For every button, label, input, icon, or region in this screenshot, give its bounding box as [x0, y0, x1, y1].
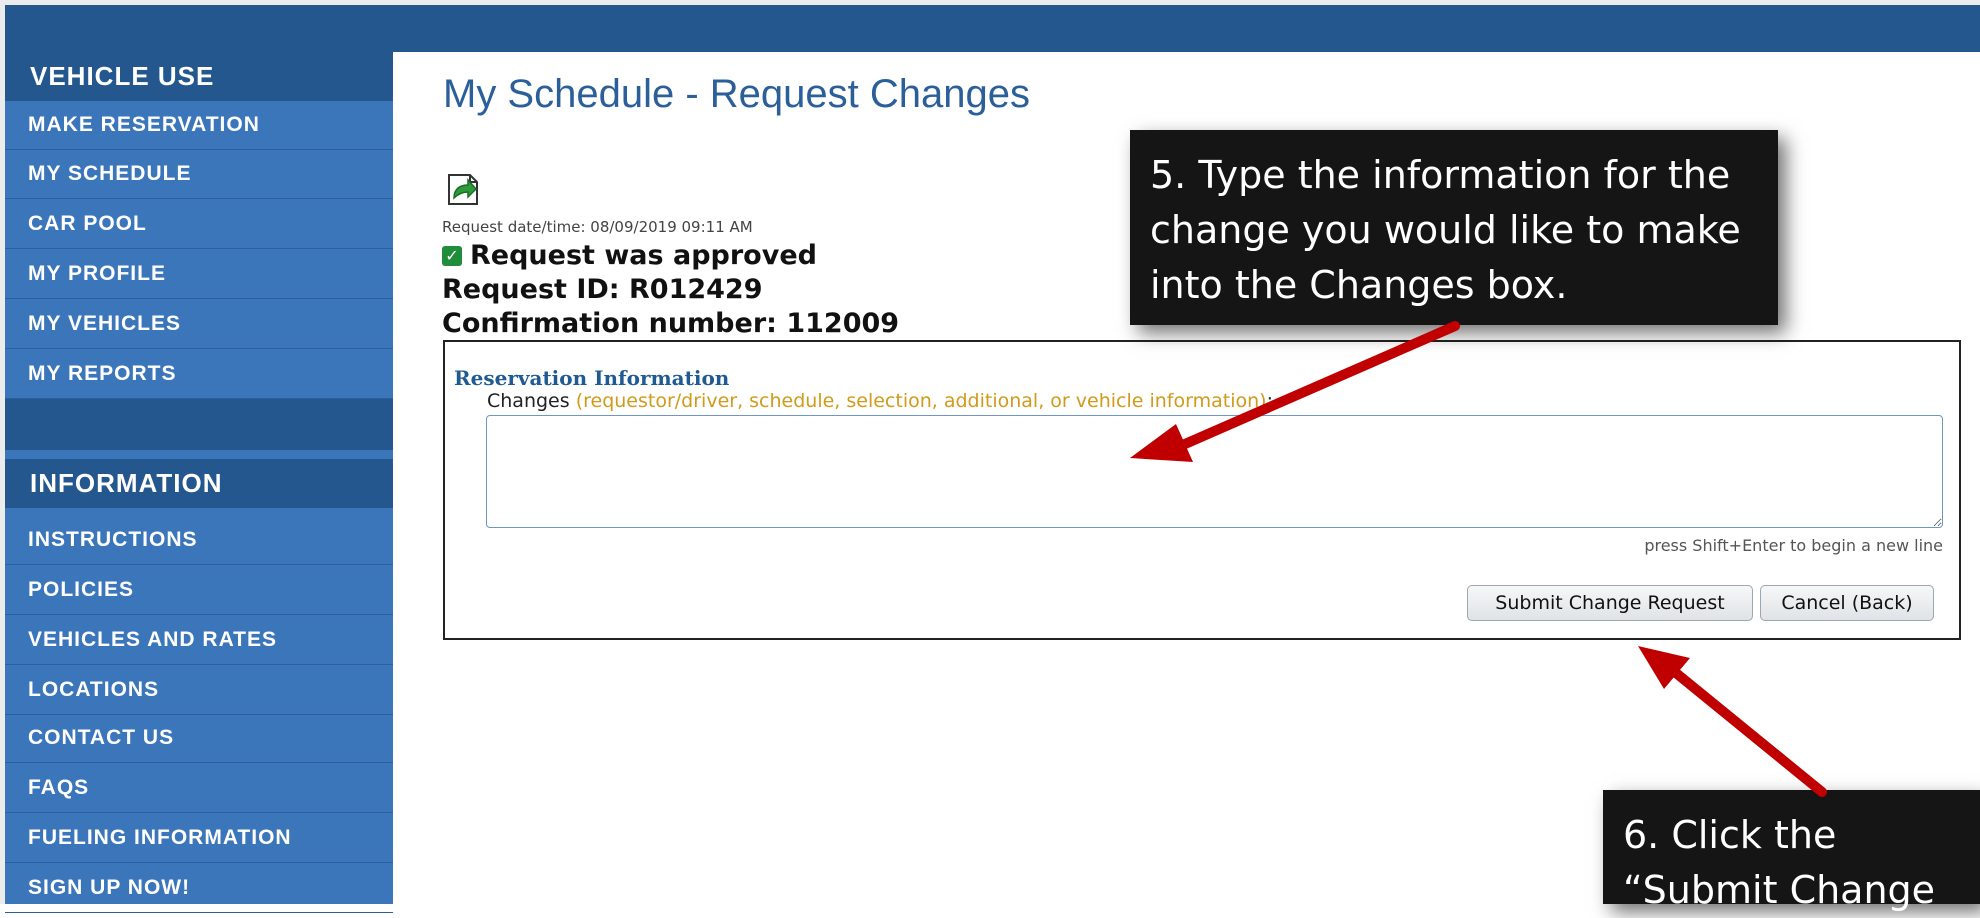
- check-icon: ✓: [442, 245, 462, 266]
- request-id: Request ID: R012429: [442, 274, 763, 305]
- sidebar-item-my-reports[interactable]: MY REPORTS: [5, 350, 393, 399]
- sidebar-item-make-reservation[interactable]: MAKE RESERVATION: [5, 101, 393, 150]
- sidebar-item-vehicles-and-rates[interactable]: VEHICLES AND RATES: [5, 616, 393, 665]
- sidebar-item-my-vehicles[interactable]: MY VEHICLES: [5, 300, 393, 349]
- sidebar-heading-information: INFORMATION: [5, 459, 393, 508]
- changes-label: Changes (requestor/driver, schedule, sel…: [487, 390, 1273, 412]
- confirmation-number: Confirmation number: 112009: [442, 308, 900, 339]
- submit-change-request-button[interactable]: Submit Change Request: [1467, 585, 1753, 621]
- sidebar-item-locations[interactable]: LOCATIONS: [5, 666, 393, 715]
- sidebar-item-sign-up-now[interactable]: SIGN UP NOW!: [5, 864, 393, 913]
- page-title: My Schedule - Request Changes: [443, 72, 1030, 116]
- sidebar-item-my-schedule[interactable]: MY SCHEDULE: [5, 150, 393, 199]
- shift-enter-hint: press Shift+Enter to begin a new line: [1644, 536, 1943, 555]
- sidebar-spacer: [5, 399, 393, 450]
- reservation-info-panel: Reservation Information Changes (request…: [443, 340, 1961, 640]
- sidebar-item-policies[interactable]: POLICIES: [5, 566, 393, 615]
- sidebar-item-my-profile[interactable]: MY PROFILE: [5, 250, 393, 299]
- changes-textarea[interactable]: [486, 415, 1943, 528]
- status-text: Request was approved: [470, 240, 817, 271]
- top-bar: [5, 5, 1980, 52]
- sidebar-item-faqs[interactable]: FAQS: [5, 764, 393, 813]
- sidebar-heading-vehicle-use: VEHICLE USE: [5, 52, 393, 101]
- sidebar-item-car-pool[interactable]: CAR POOL: [5, 200, 393, 249]
- cancel-back-button[interactable]: Cancel (Back): [1760, 585, 1934, 621]
- status-approved: ✓ Request was approved: [442, 240, 817, 271]
- changes-hint: (requestor/driver, schedule, selection, …: [575, 390, 1267, 412]
- document-arrow-icon[interactable]: [445, 170, 481, 208]
- sidebar-item-fueling-information[interactable]: FUELING INFORMATION: [5, 814, 393, 863]
- sidebar-item-contact-us[interactable]: CONTACT US: [5, 714, 393, 763]
- panel-title: Reservation Information: [454, 366, 730, 390]
- changes-label-text: Changes: [487, 390, 570, 412]
- sidebar: VEHICLE USE MAKE RESERVATION MY SCHEDULE…: [5, 52, 393, 913]
- changes-colon: :: [1266, 390, 1273, 412]
- callout-step-6: 6. Click the “Submit Change: [1603, 790, 1980, 912]
- sidebar-item-instructions[interactable]: INSTRUCTIONS: [5, 516, 393, 565]
- request-datetime: Request date/time: 08/09/2019 09:11 AM: [442, 218, 753, 236]
- callout-step-5: 5. Type the information for the change y…: [1130, 130, 1778, 325]
